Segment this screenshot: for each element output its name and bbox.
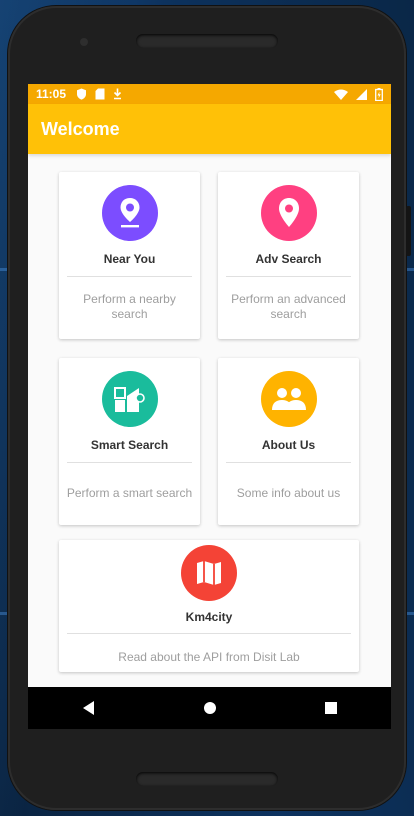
home-button[interactable] xyxy=(190,693,230,723)
recents-icon xyxy=(324,702,337,714)
earpiece-speaker xyxy=(136,34,278,48)
group-icon xyxy=(271,388,306,410)
status-time: 11:05 xyxy=(36,87,67,101)
power-button[interactable] xyxy=(406,206,411,256)
card-title: Near You xyxy=(103,252,156,266)
location-pin-icon xyxy=(120,198,139,228)
location-pin-icon xyxy=(278,198,299,227)
front-camera xyxy=(80,38,88,46)
sd-card-icon xyxy=(95,88,105,100)
card-description: Read about the API from Disit Lab xyxy=(118,650,300,664)
home-icon xyxy=(203,702,216,714)
smart-search-card[interactable]: Smart Search Perform a smart search xyxy=(59,358,200,525)
km4city-card[interactable]: Km4city Read about the API from Disit La… xyxy=(59,540,359,672)
app-bar: Welcome xyxy=(28,104,391,154)
download-icon xyxy=(113,88,122,100)
km4city-icon-circle xyxy=(181,545,237,601)
about-us-card[interactable]: About Us Some info about us xyxy=(218,358,359,525)
map-icon xyxy=(197,561,221,585)
main-content: Near You Perform a nearby search Adv Sea… xyxy=(28,154,391,687)
navigation-bar xyxy=(28,687,391,729)
battery-icon xyxy=(375,87,383,101)
status-bar: 11:05 xyxy=(28,84,391,104)
near-you-card[interactable]: Near You Perform a nearby search xyxy=(59,172,200,339)
about-us-icon-circle xyxy=(260,371,317,427)
card-description: Perform a smart search xyxy=(66,486,193,500)
card-divider xyxy=(226,462,351,463)
card-title: Km4city xyxy=(185,610,233,624)
bottom-speaker xyxy=(136,772,278,786)
card-description: Some info about us xyxy=(236,486,341,500)
adv-search-card[interactable]: Adv Search Perform an advanced search xyxy=(218,172,359,339)
back-icon xyxy=(82,701,94,715)
card-title: Smart Search xyxy=(90,438,169,452)
near-you-icon-circle xyxy=(101,185,158,241)
smart-search-icon xyxy=(113,387,145,412)
smart-search-icon-circle xyxy=(101,371,158,427)
card-description: Perform a nearby search xyxy=(83,292,176,321)
card-divider xyxy=(67,633,351,634)
card-description: Perform an advanced search xyxy=(231,292,346,321)
shield-icon xyxy=(76,88,87,100)
recents-button[interactable] xyxy=(311,693,351,723)
card-title: About Us xyxy=(261,438,316,452)
adv-search-icon-circle xyxy=(260,185,317,241)
app-screen: 11:05 Welcome Near You Perform a nearby … xyxy=(28,84,391,729)
card-divider xyxy=(67,462,192,463)
back-button[interactable] xyxy=(69,693,109,723)
card-divider xyxy=(226,276,351,277)
wifi-icon xyxy=(334,89,348,100)
card-title: Adv Search xyxy=(255,252,322,266)
card-divider xyxy=(67,276,192,277)
signal-icon xyxy=(356,88,367,100)
page-title: Welcome xyxy=(41,118,120,139)
